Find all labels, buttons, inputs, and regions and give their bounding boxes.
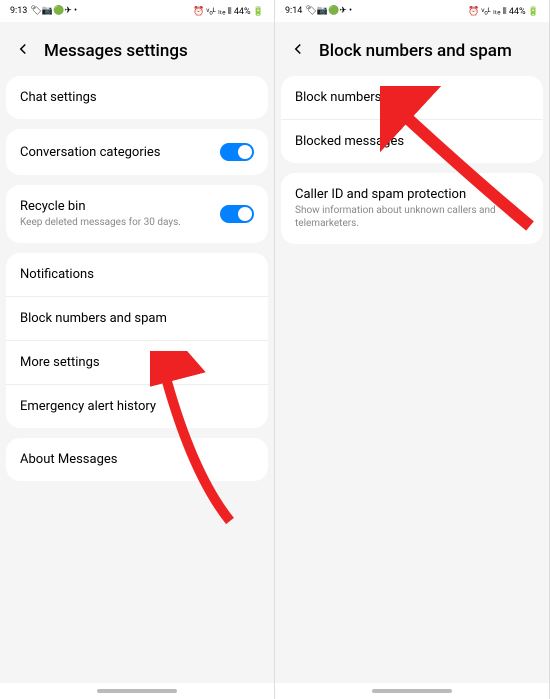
header: Messages settings xyxy=(0,22,274,76)
row-label: Emergency alert history xyxy=(20,399,254,414)
row-label: Caller ID and spam protection xyxy=(295,187,529,202)
back-icon[interactable] xyxy=(289,40,307,62)
status-bar: 9:14 🏷📷🟢✈ • ⏰ ᵛₒᴸ ₗₜₑ ⫴ 44% 🔋 xyxy=(275,0,549,22)
status-icons-left: 🏷📷🟢✈ • xyxy=(305,6,352,16)
card-chat-settings: Chat settings xyxy=(6,76,268,119)
screen-block-numbers-spam: 9:14 🏷📷🟢✈ • ⏰ ᵛₒᴸ ₗₜₑ ⫴ 44% 🔋 Block numb… xyxy=(275,0,550,699)
row-label: Chat settings xyxy=(20,90,254,105)
status-bar: 9:13 🏷📷🟢✈ • ⏰ ᵛₒᴸ ₗₜₑ ⫴ 44% 🔋 xyxy=(0,0,274,22)
row-chat-settings[interactable]: Chat settings xyxy=(6,76,268,119)
screen-messages-settings: 9:13 🏷📷🟢✈ • ⏰ ᵛₒᴸ ₗₜₑ ⫴ 44% 🔋 Messages s… xyxy=(0,0,275,699)
toggle-recycle-bin[interactable] xyxy=(220,205,254,223)
card-block: Block numbers Blocked messages xyxy=(281,76,543,163)
status-icons-right: ⏰ ᵛₒᴸ ₗₜₑ ⫴ 44% 🔋 xyxy=(468,6,539,17)
card-recycle-bin: Recycle bin Keep deleted messages for 30… xyxy=(6,185,268,243)
row-emergency-alert[interactable]: Emergency alert history xyxy=(6,385,268,428)
row-notifications[interactable]: Notifications xyxy=(6,253,268,297)
row-label: Conversation categories xyxy=(20,145,220,160)
status-icons-right: ⏰ ᵛₒᴸ ₗₜₑ ⫴ 44% 🔋 xyxy=(193,6,264,17)
row-label: Blocked messages xyxy=(295,134,529,149)
row-caller-id-spam[interactable]: Caller ID and spam protection Show infor… xyxy=(281,173,543,244)
row-blocked-messages[interactable]: Blocked messages xyxy=(281,120,543,163)
row-conversation-categories[interactable]: Conversation categories xyxy=(6,129,268,175)
toggle-conversation-categories[interactable] xyxy=(220,143,254,161)
nav-pill[interactable] xyxy=(372,689,452,693)
status-icons-left: 🏷📷🟢✈ • xyxy=(30,6,77,16)
row-block-numbers-spam[interactable]: Block numbers and spam xyxy=(6,297,268,341)
row-recycle-bin[interactable]: Recycle bin Keep deleted messages for 30… xyxy=(6,185,268,243)
row-label: Notifications xyxy=(20,267,254,282)
row-label: Block numbers and spam xyxy=(20,311,254,326)
back-icon[interactable] xyxy=(14,40,32,62)
row-label: Block numbers xyxy=(295,90,529,105)
card-caller-id: Caller ID and spam protection Show infor… xyxy=(281,173,543,244)
nav-bar xyxy=(275,683,549,699)
row-sub: Keep deleted messages for 30 days. xyxy=(20,216,220,229)
page-title: Block numbers and spam xyxy=(319,41,512,61)
card-more: Notifications Block numbers and spam Mor… xyxy=(6,253,268,428)
status-time: 9:13 xyxy=(10,6,27,16)
card-about: About Messages xyxy=(6,438,268,481)
card-conversation-categories: Conversation categories xyxy=(6,129,268,175)
row-more-settings[interactable]: More settings xyxy=(6,341,268,385)
row-about-messages[interactable]: About Messages xyxy=(6,438,268,481)
row-block-numbers[interactable]: Block numbers xyxy=(281,76,543,120)
row-label: About Messages xyxy=(20,452,254,467)
status-time: 9:14 xyxy=(285,6,302,16)
content: Block numbers Blocked messages Caller ID… xyxy=(275,76,549,683)
header: Block numbers and spam xyxy=(275,22,549,76)
nav-bar xyxy=(0,683,274,699)
nav-pill[interactable] xyxy=(97,689,177,693)
content: Chat settings Conversation categories Re… xyxy=(0,76,274,683)
row-label: More settings xyxy=(20,355,254,370)
row-sub: Show information about unknown callers a… xyxy=(295,204,529,230)
page-title: Messages settings xyxy=(44,41,188,61)
row-label: Recycle bin xyxy=(20,199,220,214)
